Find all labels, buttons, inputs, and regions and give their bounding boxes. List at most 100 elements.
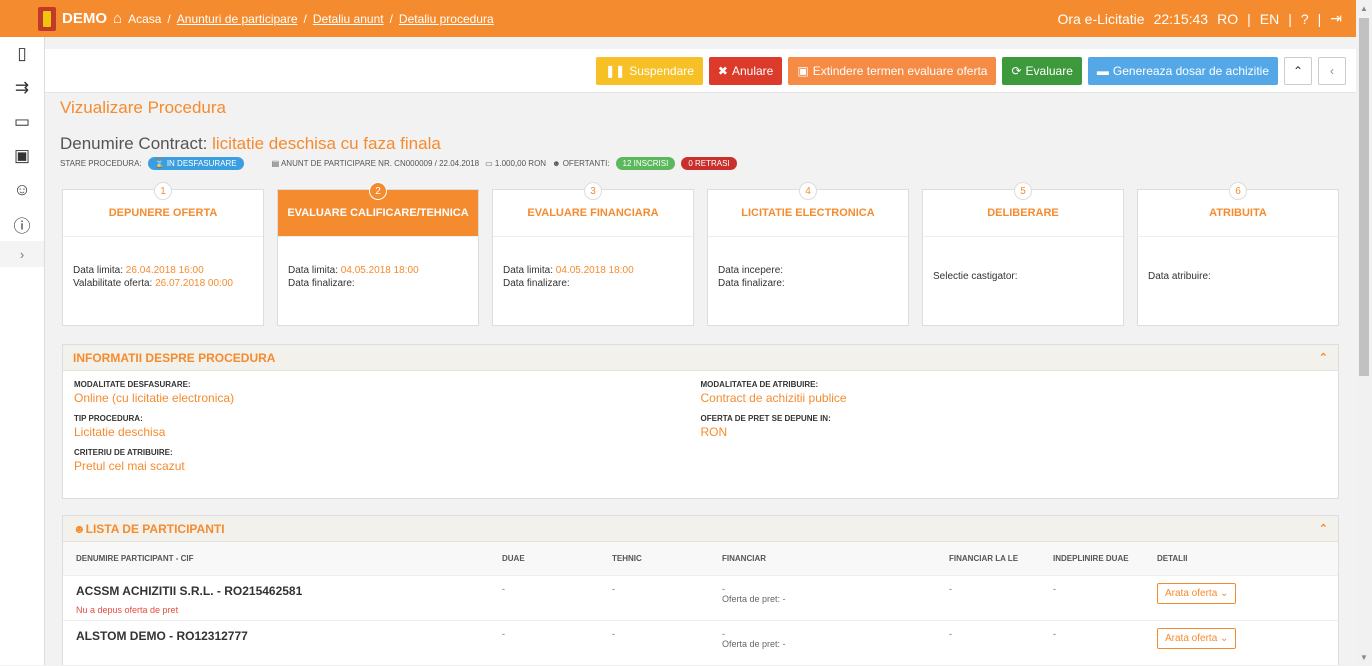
withdrawn-badge: 0 RETRASI: [681, 157, 737, 170]
info-value: Online (cu licitatie electronica): [74, 391, 235, 405]
step-body: Data atribuire:: [1138, 237, 1338, 283]
procedure-steps: 1 DEPUNERE OFERTA Data limita: 26.04.201…: [62, 182, 1339, 326]
step-depunere-oferta[interactable]: 1 DEPUNERE OFERTA Data limita: 26.04.201…: [62, 182, 264, 326]
step-deliberare[interactable]: 5 DELIBERARE Selectie castigator:: [922, 182, 1124, 326]
participant-note: Nu a depus oferta de pret: [76, 605, 179, 615]
help-icon[interactable]: ?: [1301, 11, 1309, 27]
step-evaluare-financiara[interactable]: 3 EVALUARE FINANCIARA Data limita: 04.05…: [492, 182, 694, 326]
alert-icon[interactable]: ⓘ: [0, 207, 44, 241]
top-bar: DEMO ⌂ Acasa / Anunturi de participare / D…: [0, 0, 1356, 37]
breadcrumb: Acasa / Anunturi de participare / Detaliu …: [128, 12, 494, 26]
step-value: 26.04.2018 16:00: [125, 265, 204, 276]
home-icon[interactable]: ⌂: [113, 10, 122, 27]
tehnic-cell: -: [612, 584, 615, 594]
info-right: MODALITATEA DE ATRIBUIRE: Contract de ac…: [701, 380, 1328, 482]
suspend-button[interactable]: ❚❚ Suspendare: [596, 56, 703, 85]
show-offer-label: Arata oferta: [1165, 633, 1218, 644]
breadcrumb-home[interactable]: Acasa: [128, 12, 161, 26]
expand-sidebar-icon[interactable]: ›: [0, 241, 44, 267]
chevron-down-icon: ⌄: [1220, 633, 1229, 644]
announce-number: ▤ ANUNT DE PARTICIPARE NR. CN000009 / 22…: [271, 159, 480, 168]
sidebar: ▯ ⇉ ▭ ▣ ☺ ⓘ ›: [0, 37, 45, 665]
contract-value: licitatie deschisa cu faza finala: [212, 134, 441, 153]
step-label: Data atribuire:: [1148, 271, 1211, 282]
info-label: MODALITATE DESFASURARE:: [74, 380, 191, 389]
lang-en[interactable]: EN: [1260, 11, 1279, 27]
users-icon: ☻: [73, 521, 86, 536]
step-value: 04.05.2018 18:00: [340, 265, 419, 276]
extend-button[interactable]: ▣ Extindere termen evaluare oferta: [788, 56, 997, 85]
step-label: Valabilitate oferta:: [73, 278, 153, 289]
panel-header[interactable]: ☻ LISTA DE PARTICIPANTI ⌃: [63, 516, 1338, 542]
step-body: Data limita: 04.05.2018 18:00 Data final…: [493, 237, 693, 290]
show-offer-button[interactable]: Arata oferta ⌄: [1157, 628, 1237, 649]
breadcrumb-procedure-detail[interactable]: Detaliu procedura: [399, 12, 494, 26]
monitor-icon[interactable]: ▭: [0, 105, 44, 139]
table-row: ACSSM ACHIZITII S.R.L. - RO215462581 Nu a…: [63, 576, 1338, 621]
step-body: Data incepere: Data finalizare:: [708, 237, 908, 290]
duae-cell: -: [502, 629, 505, 639]
generate-dossier-button[interactable]: ▬ Genereaza dosar de achizitie: [1087, 56, 1278, 85]
suspend-label: Suspendare: [629, 63, 694, 78]
scrollbar[interactable]: ▲ ▼: [1356, 0, 1372, 665]
step-evaluare-tehnica[interactable]: 2 EVALUARE CALIFICARE/TEHNICA Data limit…: [277, 182, 479, 326]
info-value: RON: [700, 425, 728, 439]
details-cell: Arata oferta ⌄: [1157, 576, 1267, 620]
step-line: Data incepere:: [718, 264, 898, 277]
chevron-down-icon: ⌄: [1220, 588, 1229, 599]
participant-cell: ACSSM ACHIZITII S.R.L. - RO215462581 Nu a…: [76, 576, 502, 620]
price-offer: Oferta de pret: -: [722, 639, 786, 649]
column-header: TEHNIC: [612, 554, 642, 563]
logo-icon: [38, 6, 56, 31]
info-label: CRITERIU DE ATRIBUIRE:: [74, 448, 173, 457]
close-icon: ✖: [717, 63, 728, 78]
details-cell: Arata oferta ⌄: [1157, 621, 1267, 665]
clock-label: Ora e-Licitatie: [1057, 10, 1145, 27]
panel-header[interactable]: INFORMATII DESPRE PROCEDURA ⌃: [63, 345, 1338, 371]
chevron-up-icon[interactable]: ⌃: [1319, 522, 1328, 535]
step-body: Data limita: 26.04.2018 16:00 Valabilita…: [63, 237, 263, 290]
chevron-up-button[interactable]: ⌃: [1284, 56, 1312, 85]
duae-cell: -: [502, 584, 505, 594]
scroll-down-icon[interactable]: ▼: [1360, 653, 1368, 662]
cancel-button[interactable]: ✖ Anulare: [708, 56, 783, 85]
chevron-left-button[interactable]: ‹: [1318, 56, 1346, 85]
refresh-icon: ⟳: [1011, 63, 1022, 78]
scroll-up-icon[interactable]: ▲: [1360, 4, 1368, 13]
announce-text: ANUNT DE PARTICIPARE NR. CN000009 / 22.0…: [280, 159, 480, 168]
scrollbar-thumb[interactable]: [1359, 18, 1369, 376]
status-line: STARE PROCEDURA: ⌛ IN DESFASURARE ▤ ANUN…: [60, 157, 1340, 170]
evaluate-button[interactable]: ⟳ Evaluare: [1002, 56, 1082, 85]
calendar-plus-icon: ▣: [797, 63, 809, 78]
chevron-up-icon[interactable]: ⌃: [1319, 351, 1328, 364]
lang-ro[interactable]: RO: [1217, 11, 1238, 27]
breadcrumb-announcements[interactable]: Anunturi de participare: [177, 12, 298, 26]
step-atribuita[interactable]: 6 ATRIBUITA Data atribuire:: [1137, 182, 1339, 326]
contract-label: Denumire Contract:: [60, 134, 208, 153]
document-icon[interactable]: ▯: [0, 37, 44, 71]
participant-cell: ALSTOM DEMO - RO12312777: [76, 621, 502, 665]
brand[interactable]: DEMO: [62, 10, 107, 27]
financiar-value: -: [722, 629, 725, 639]
step-line: Data finalizare:: [503, 277, 683, 290]
contract-name: Denumire Contract: licitatie deschisa cu…: [60, 134, 1340, 154]
step-number: 2: [369, 182, 387, 200]
status-badge: ⌛ IN DESFASURARE: [147, 157, 244, 170]
show-offer-button[interactable]: Arata oferta ⌄: [1157, 583, 1237, 604]
info-body: MODALITATE DESFASURARE: Online (cu licit…: [63, 371, 1338, 491]
info-value: Contract de achizitii publice: [700, 391, 847, 405]
step-number: 5: [1014, 182, 1032, 200]
step-number: 4: [799, 182, 817, 200]
user-icon[interactable]: ☺: [0, 173, 44, 207]
logout-icon[interactable]: ⇥: [1330, 10, 1342, 27]
step-line: Data finalizare:: [718, 277, 898, 290]
step-licitatie-electronica[interactable]: 4 LICITATIE ELECTRONICA Data incepere: D…: [707, 182, 909, 326]
calculator-icon[interactable]: ▣: [0, 139, 44, 173]
breadcrumb-announcement-detail[interactable]: Detaliu anunt: [313, 12, 384, 26]
export-icon[interactable]: ⇉: [0, 71, 44, 105]
panel-title: INFORMATII DESPRE PROCEDURA: [73, 350, 276, 365]
step-label: Data limita:: [73, 265, 124, 276]
step-body: Selectie castigator:: [923, 237, 1123, 283]
archive-icon: ▬: [1096, 63, 1109, 78]
panel-title: LISTA DE PARTICIPANTI: [85, 521, 225, 536]
